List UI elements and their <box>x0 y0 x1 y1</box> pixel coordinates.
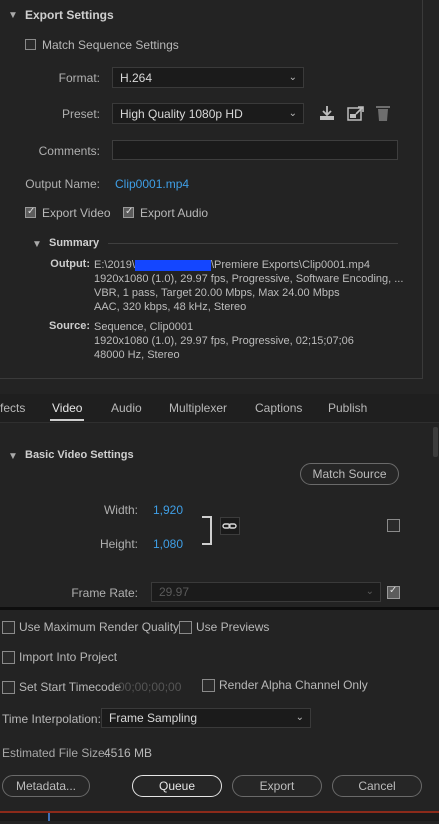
frame-rate-label: Frame Rate: <box>71 586 138 600</box>
link-bracket <box>202 516 212 545</box>
comments-input[interactable] <box>112 140 398 160</box>
format-label: Format: <box>58 71 100 85</box>
export-audio-label: Export Audio <box>140 206 209 220</box>
playhead-marker <box>48 813 50 821</box>
file-size-label: Estimated File Size: <box>2 746 109 760</box>
import-project-label: Import Into Project <box>19 650 118 664</box>
time-interpolation-label: Time Interpolation: <box>2 712 101 726</box>
tab-video[interactable]: Video <box>52 401 82 415</box>
timeline-background <box>0 813 439 821</box>
start-timecode-value[interactable]: 00;00;00;00 <box>118 680 181 694</box>
output-summary: E:\2019\ \Premiere Exports\Clip0001.mp4 1… <box>94 258 403 314</box>
active-tab-indicator <box>50 419 84 421</box>
summary-caret-icon[interactable]: ▼ <box>32 239 42 250</box>
match-sequence-label: Match Sequence Settings <box>42 38 179 52</box>
render-alpha-label: Render Alpha Channel Only <box>219 678 368 692</box>
chevron-down-icon: ⌄ <box>288 72 297 83</box>
source-line: Sequence, Clip0001 <box>94 321 194 333</box>
chevron-down-icon: ⌄ <box>295 712 304 723</box>
height-label: Height: <box>99 537 138 551</box>
width-label: Width: <box>103 503 138 517</box>
output-line: AAC, 320 kbps, 48 kHz, Stereo <box>94 301 247 313</box>
export-options-panel: Use Maximum Render Quality Use Previews … <box>0 607 439 824</box>
output-name-label: Output Name: <box>25 177 100 191</box>
redacted-path-segment <box>134 259 211 271</box>
use-previews-checkbox[interactable] <box>179 621 192 634</box>
output-summary-key: Output: <box>50 258 90 270</box>
preset-dropdown[interactable]: High Quality 1080p HD ⌄ <box>112 103 304 124</box>
export-settings-panel: ▼ Export Settings Match Sequence Setting… <box>0 0 423 379</box>
basic-video-caret-icon[interactable]: ▼ <box>8 451 18 462</box>
preset-label: Preset: <box>61 107 100 121</box>
cancel-button[interactable]: Cancel <box>332 775 422 797</box>
height-value[interactable]: 1,080 <box>153 537 183 551</box>
start-timecode-checkbox[interactable] <box>2 681 15 694</box>
source-line: 48000 Hz, Stereo <box>94 349 180 361</box>
chain-link-icon[interactable] <box>220 517 240 535</box>
export-button[interactable]: Export <box>232 775 322 797</box>
preset-value: High Quality 1080p HD <box>120 107 243 121</box>
settings-tab-bar: fects Video Audio Multiplexer Captions P… <box>0 394 439 423</box>
tab-multiplexer[interactable]: Multiplexer <box>169 401 227 415</box>
summary-title: Summary <box>49 237 100 249</box>
output-name-link[interactable]: Clip0001.mp4 <box>115 177 189 191</box>
export-audio-checkbox[interactable] <box>123 206 134 218</box>
scrollbar-thumb[interactable] <box>433 427 438 457</box>
import-preset-icon[interactable] <box>346 104 366 122</box>
max-render-label: Use Maximum Render Quality <box>19 620 180 634</box>
start-timecode-label: Set Start Timecode <box>19 680 122 694</box>
source-summary: Sequence, Clip0001 1920x1080 (1.0), 29.9… <box>94 320 354 362</box>
output-line: VBR, 1 pass, Target 20.00 Mbps, Max 24.0… <box>94 287 340 299</box>
export-settings-title: Export Settings <box>25 8 114 22</box>
metadata-button[interactable]: Metadata... <box>2 775 90 797</box>
save-preset-icon[interactable] <box>318 104 336 122</box>
output-line: 1920x1080 (1.0), 29.97 fps, Progressive,… <box>94 273 404 285</box>
frame-rate-dropdown[interactable]: 29.97 ⌄ <box>151 582 381 602</box>
tab-effects[interactable]: fects <box>0 401 25 415</box>
video-settings-panel: ▼ Basic Video Settings Match Source Widt… <box>0 423 439 606</box>
basic-video-title: Basic Video Settings <box>25 449 134 461</box>
format-dropdown[interactable]: H.264 ⌄ <box>112 67 304 88</box>
time-interpolation-dropdown[interactable]: Frame Sampling ⌄ <box>101 708 311 728</box>
queue-button[interactable]: Queue <box>132 775 222 797</box>
aspect-checkbox[interactable] <box>387 519 400 532</box>
chevron-down-icon: ⌄ <box>365 586 374 597</box>
frame-rate-checkbox[interactable] <box>387 585 400 599</box>
collapse-caret-icon[interactable]: ▼ <box>8 10 18 21</box>
chevron-down-icon: ⌄ <box>288 108 297 119</box>
export-video-checkbox[interactable] <box>25 206 36 218</box>
delete-preset-icon[interactable] <box>375 104 391 122</box>
format-value: H.264 <box>120 71 153 85</box>
width-value[interactable]: 1,920 <box>153 503 183 517</box>
match-sequence-checkbox[interactable] <box>25 39 36 50</box>
max-render-checkbox[interactable] <box>2 621 15 634</box>
output-path-line: E:\2019\ \Premiere Exports\Clip0001.mp4 <box>94 258 403 272</box>
time-interpolation-value: Frame Sampling <box>109 711 198 725</box>
source-summary-key: Source: <box>49 320 90 332</box>
import-project-checkbox[interactable] <box>2 651 15 664</box>
match-source-button[interactable]: Match Source <box>300 463 399 485</box>
source-line: 1920x1080 (1.0), 29.97 fps, Progressive,… <box>94 335 354 347</box>
use-previews-label: Use Previews <box>196 620 270 634</box>
output-path-suffix: \Premiere Exports\Clip0001.mp4 <box>210 259 370 271</box>
render-alpha-checkbox[interactable] <box>202 679 215 692</box>
export-video-label: Export Video <box>42 206 111 220</box>
tab-publish[interactable]: Publish <box>328 401 367 415</box>
tab-audio[interactable]: Audio <box>111 401 142 415</box>
output-path-prefix: E:\2019\ <box>94 259 135 271</box>
comments-label: Comments: <box>38 144 100 158</box>
frame-rate-value: 29.97 <box>159 585 190 599</box>
summary-divider <box>108 243 398 244</box>
file-size-value: 4516 MB <box>104 746 153 760</box>
tab-captions[interactable]: Captions <box>255 401 302 415</box>
